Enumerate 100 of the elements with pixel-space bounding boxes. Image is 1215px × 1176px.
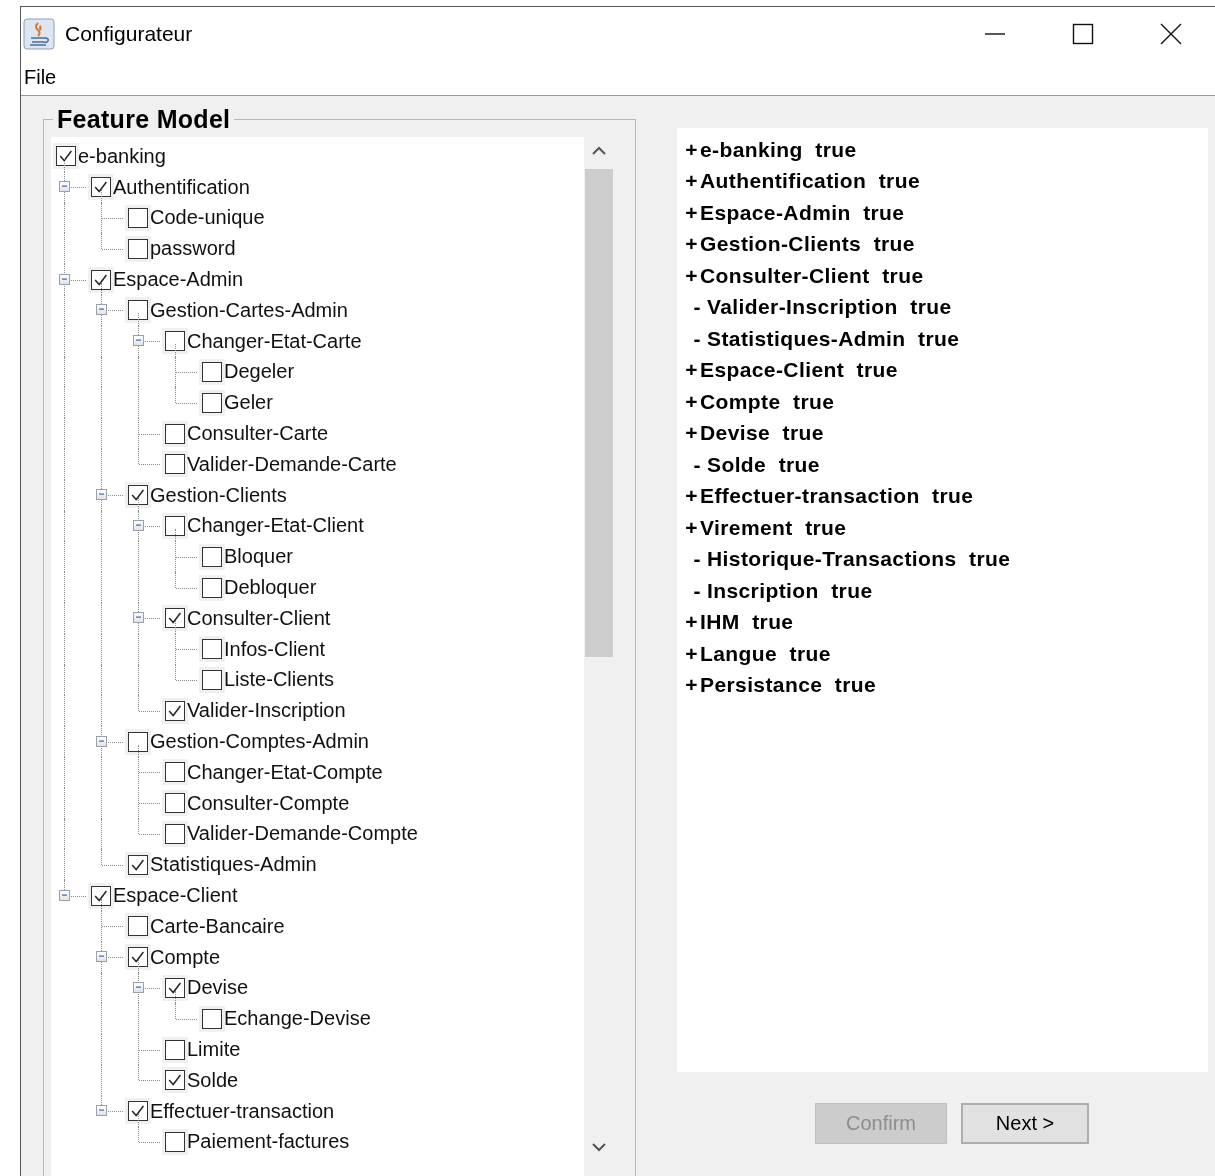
tree-item-label[interactable]: Compte — [150, 945, 221, 969]
summary-line: Historique-Transactions true — [707, 547, 1011, 572]
collapse-icon[interactable] — [96, 1105, 107, 1117]
tree-item-label[interactable]: Espace-Client — [113, 884, 238, 907]
checkbox[interactable] — [91, 177, 111, 198]
checkbox[interactable] — [128, 238, 148, 259]
tree-item-label[interactable]: Debloquer — [224, 576, 317, 600]
checkbox[interactable] — [202, 1008, 222, 1029]
checkbox[interactable] — [202, 392, 222, 413]
tree-item-label[interactable]: Authentification — [113, 175, 250, 199]
close-icon[interactable] — [1160, 22, 1182, 45]
collapse-icon[interactable] — [133, 612, 144, 624]
tree-item-label[interactable]: Code-unique — [150, 206, 265, 230]
tree-item-label[interactable]: Limite — [187, 1038, 241, 1061]
menu-item[interactable]: File — [24, 66, 57, 89]
scroll-down-icon[interactable] — [592, 1142, 606, 1152]
checkbox[interactable] — [165, 1070, 185, 1091]
checkbox[interactable] — [128, 300, 148, 321]
collapse-icon[interactable] — [96, 304, 107, 316]
tree-item-label[interactable]: Paiement-factures — [187, 1130, 350, 1154]
tree-item-label[interactable]: Bloquer — [224, 545, 293, 569]
tree-item-label[interactable]: Espace-Admin — [113, 268, 244, 292]
tree-item-label[interactable]: Changer-Etat-Carte — [187, 329, 362, 353]
collapse-icon[interactable] — [96, 489, 107, 501]
checkbox[interactable] — [202, 546, 222, 567]
summary-line: Espace-Client true — [700, 358, 898, 383]
collapse-icon[interactable] — [133, 981, 144, 993]
checkbox[interactable] — [165, 454, 185, 475]
tree-item-label[interactable]: Valider-Inscription — [187, 699, 346, 723]
collapse-icon[interactable] — [133, 335, 144, 347]
tree-item-label[interactable]: Consulter-Carte — [187, 422, 329, 446]
summary-line: IHM true — [700, 610, 794, 635]
checkbox[interactable] — [165, 762, 185, 783]
tree-item-label[interactable]: Consulter-Client — [187, 606, 331, 630]
checkbox[interactable] — [202, 577, 222, 598]
list-marker: + — [684, 673, 699, 698]
tree-item-label[interactable]: Consulter-Compte — [187, 791, 350, 815]
tree-item-label[interactable]: e-banking — [78, 144, 166, 168]
summary-line: Devise true — [700, 421, 824, 446]
list-marker: - — [692, 326, 702, 351]
collapse-icon[interactable] — [96, 735, 107, 747]
checkbox[interactable] — [91, 269, 111, 290]
list-marker: - — [692, 452, 702, 477]
checkbox[interactable] — [91, 885, 111, 906]
collapse-icon[interactable] — [59, 889, 70, 901]
checkbox[interactable] — [165, 977, 185, 998]
tree-item-label[interactable]: Solde — [187, 1068, 239, 1092]
tree-item-label[interactable]: Effectuer-transaction — [150, 1099, 335, 1123]
tree-item-label[interactable]: Degeler — [224, 360, 295, 384]
checkbox[interactable] — [165, 793, 185, 814]
checkbox[interactable] — [165, 608, 185, 629]
checkbox[interactable] — [56, 146, 76, 167]
summary-line: Authentification true — [700, 169, 920, 194]
tree-item-label[interactable]: Valider-Demande-Compte — [187, 822, 418, 846]
tree-item-label[interactable]: Changer-Etat-Compte — [187, 760, 383, 784]
tree-item-label[interactable]: Gestion-Clients — [150, 483, 287, 507]
collapse-icon[interactable] — [133, 519, 144, 531]
tree-item-label[interactable]: Infos-Client — [224, 637, 326, 661]
tree-item-label[interactable]: Liste-Clients — [224, 668, 335, 692]
tree-item-label[interactable]: password — [150, 237, 236, 261]
checkbox[interactable] — [128, 1101, 148, 1122]
collapse-icon[interactable] — [96, 951, 107, 963]
summary-line: Statistiques-Admin true — [707, 326, 960, 351]
next-button[interactable]: Next > — [961, 1103, 1089, 1144]
summary-line: Effectuer-transaction true — [700, 484, 974, 509]
list-marker: + — [684, 641, 699, 666]
tree-item-label[interactable]: Gestion-Cartes-Admin — [150, 298, 348, 322]
summary-line: Valider-Inscription true — [707, 295, 952, 320]
tree-item-label[interactable]: Echange-Devise — [224, 1007, 371, 1031]
tree-item-label[interactable]: Geler — [224, 391, 273, 415]
checkbox[interactable] — [128, 731, 148, 752]
tree-item-label[interactable]: Valider-Demande-Carte — [187, 452, 397, 476]
checkbox[interactable] — [128, 854, 148, 875]
checkbox[interactable] — [165, 331, 185, 352]
scroll-up-icon[interactable] — [592, 146, 606, 156]
checkbox[interactable] — [202, 639, 222, 660]
checkbox[interactable] — [165, 823, 185, 844]
checkbox[interactable] — [165, 700, 185, 721]
checkbox[interactable] — [165, 1131, 185, 1152]
tree-item-label[interactable]: Carte-Bancaire — [150, 914, 285, 938]
collapse-icon[interactable] — [59, 273, 70, 285]
checkbox[interactable] — [202, 669, 222, 690]
checkbox[interactable] — [165, 515, 185, 536]
checkbox[interactable] — [165, 423, 185, 444]
tree-item-label[interactable]: Gestion-Comptes-Admin — [150, 730, 369, 754]
checkbox[interactable] — [128, 947, 148, 968]
checkbox[interactable] — [128, 916, 148, 937]
checkbox[interactable] — [165, 1039, 185, 1060]
tree-item-label[interactable]: Devise — [187, 976, 249, 1000]
checkbox[interactable] — [202, 361, 222, 382]
collapse-icon[interactable] — [59, 181, 70, 193]
checkbox[interactable] — [128, 485, 148, 506]
list-marker: - — [692, 578, 702, 603]
tree-item-label[interactable]: Changer-Etat-Client — [187, 514, 364, 538]
scrollbar-thumb[interactable] — [585, 169, 613, 657]
list-marker: + — [684, 263, 699, 288]
tree-item-label[interactable]: Statistiques-Admin — [150, 853, 317, 877]
maximize-icon[interactable] — [1072, 22, 1094, 45]
summary-line: Consulter-Client true — [700, 263, 924, 288]
checkbox[interactable] — [128, 208, 148, 228]
